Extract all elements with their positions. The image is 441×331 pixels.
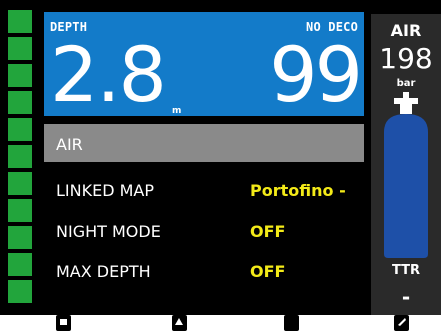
menu-item-value: OFF bbox=[250, 222, 286, 241]
bar-segment bbox=[8, 10, 32, 33]
menu-item-value: OFF bbox=[250, 262, 286, 281]
bar-segment bbox=[8, 118, 32, 141]
softkey-2-icon[interactable] bbox=[172, 315, 187, 331]
menu-item-label: LINKED MAP bbox=[56, 181, 155, 200]
menu-item-linked-map[interactable]: LINKED MAP Portofino - bbox=[56, 181, 364, 205]
bar-segment bbox=[8, 64, 32, 87]
bar-segment bbox=[8, 145, 32, 168]
bar-segment bbox=[8, 280, 32, 303]
depth-value: 2.8 bbox=[50, 30, 167, 119]
menu-header-title: AIR bbox=[56, 135, 83, 154]
bar-segment bbox=[8, 91, 32, 114]
menu-item-label: MAX DEPTH bbox=[56, 262, 151, 281]
bar-segment bbox=[8, 37, 32, 60]
menu-item-value: Portofino - bbox=[250, 181, 346, 200]
menu-item-label: NIGHT MODE bbox=[56, 222, 161, 241]
softkey-1-icon[interactable] bbox=[56, 315, 71, 331]
depth-unit: m bbox=[172, 106, 182, 116]
ttr-label: TTR bbox=[391, 263, 421, 278]
ttr-value: - bbox=[401, 285, 411, 309]
bar-segment bbox=[8, 226, 32, 249]
air-tank-icon bbox=[384, 92, 428, 258]
softkey-3-icon[interactable] bbox=[284, 315, 299, 331]
bar-segment bbox=[8, 199, 32, 222]
softkey-bar bbox=[0, 315, 441, 331]
tank-pressure-unit: bar bbox=[396, 78, 416, 89]
softkey-4-icon[interactable] bbox=[394, 315, 409, 331]
bar-segment bbox=[8, 172, 32, 195]
air-title: AIR bbox=[390, 21, 422, 40]
menu-item-night-mode[interactable]: NIGHT MODE OFF bbox=[56, 222, 364, 246]
air-panel: AIR 198 bar TTR - bbox=[371, 14, 441, 315]
dive-computer-screen: DEPTH NO DECO 2.8 m 99 AIR LINKED MAP Po… bbox=[0, 0, 441, 315]
bar-segment bbox=[8, 253, 32, 276]
menu-header: AIR bbox=[44, 124, 364, 162]
tank-pressure-value: 198 bbox=[379, 42, 433, 75]
menu-item-max-depth[interactable]: MAX DEPTH OFF bbox=[56, 262, 364, 286]
no-deco-value: 99 bbox=[269, 30, 363, 119]
depth-panel: DEPTH NO DECO 2.8 m 99 bbox=[44, 12, 364, 116]
